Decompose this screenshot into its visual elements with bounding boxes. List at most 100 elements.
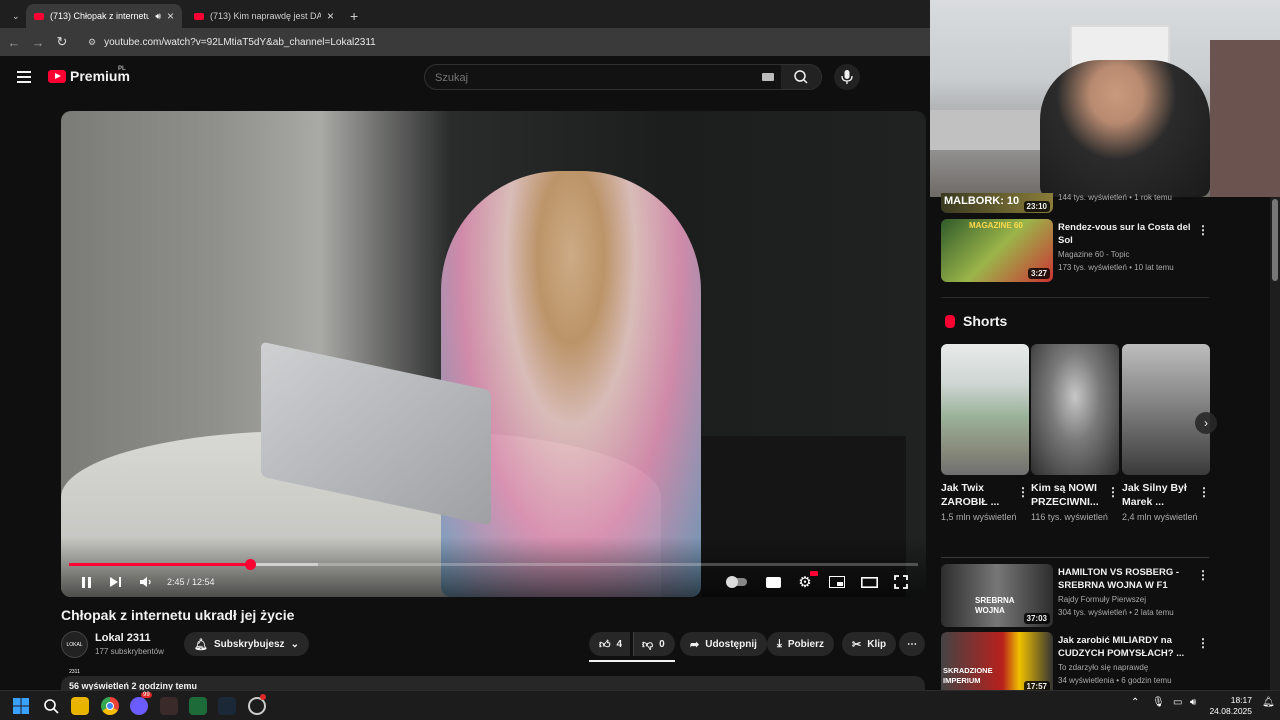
- more-vert-icon[interactable]: ⋮: [1198, 485, 1210, 499]
- like-button[interactable]: 👍︎ 4: [589, 632, 631, 656]
- section-divider: [941, 557, 1209, 558]
- url-field[interactable]: ⚙ youtube.com/watch?v=92LMtiaT5dY&ab_cha…: [88, 37, 376, 48]
- subscribe-button[interactable]: 🔔︎ Subskrybujesz ⌄: [184, 632, 309, 656]
- video-title: Chłopak z internetu ukradł jej życie: [61, 607, 295, 623]
- more-vert-icon[interactable]: ⋮: [1017, 485, 1029, 499]
- scrollbar-thumb[interactable]: [1272, 199, 1278, 281]
- recommendation-item[interactable]: SKRADZIONE IMPERIUM 17:57 Jak zarobić MI…: [941, 632, 1211, 696]
- back-button[interactable]: ←: [2, 35, 26, 50]
- excel-icon[interactable]: [189, 697, 207, 715]
- next-button[interactable]: [107, 574, 125, 590]
- more-horizontal-icon: ⋯: [907, 638, 917, 650]
- tab-video-second[interactable]: (713) Kim naprawdę jest DAWI ×: [186, 4, 342, 28]
- obs-icon[interactable]: [248, 694, 266, 715]
- recommendation-item[interactable]: SREBRNA WOJNA 37:03 HAMILTON VS ROSBERG …: [941, 564, 1211, 628]
- speaker-icon[interactable]: 🔊︎: [155, 11, 161, 22]
- logo-country: PL: [118, 66, 126, 72]
- channel-row: LOKAL 2311 Lokal 2311 177 subskrybentów …: [61, 630, 925, 675]
- chrome-icon[interactable]: [101, 697, 119, 715]
- video-title: Rendez-vous sur la Costa del Sol: [1058, 222, 1191, 246]
- keyboard-icon[interactable]: [762, 73, 774, 81]
- video-meta: 304 tys. wyświetleń • 2 lata temu: [1058, 608, 1174, 617]
- theater-mode-button[interactable]: [860, 574, 878, 590]
- sidebar-scrollbar[interactable]: [1270, 197, 1280, 690]
- tab-search-dropdown[interactable]: ⌄: [4, 4, 24, 28]
- volume-button[interactable]: [137, 574, 155, 590]
- chevron-up-icon[interactable]: ⌃: [1131, 697, 1143, 715]
- recommendation-item[interactable]: MALBORK: 10 23:10 144 tys. wyświetleń • …: [941, 193, 1211, 213]
- fullscreen-button[interactable]: [892, 574, 910, 590]
- settings-button[interactable]: ⚙: [796, 571, 818, 591]
- discord-icon[interactable]: 99: [130, 692, 152, 715]
- channel-name: To zdarzyło się naprawdę: [1058, 663, 1149, 672]
- thumbnail-text: MAGAZINE 60: [969, 221, 1023, 230]
- more-actions-button[interactable]: ⋯: [899, 632, 925, 656]
- close-icon[interactable]: ×: [167, 9, 174, 23]
- youtube-premium-logo[interactable]: Premium PL: [48, 66, 130, 84]
- video-title: Jak zarobić MILIARDY na CUDZYCH POMYSŁAC…: [1058, 635, 1185, 659]
- video-frame-person: [441, 171, 701, 597]
- dislike-button[interactable]: 👎︎ 0: [633, 632, 675, 656]
- channel-avatar[interactable]: LOKAL 2311: [61, 631, 88, 675]
- menu-icon[interactable]: [17, 71, 31, 83]
- clip-button[interactable]: ✂ Klip: [842, 632, 897, 656]
- more-vert-icon[interactable]: ⋮: [1107, 485, 1119, 499]
- short-item[interactable]: Kim są NOWI PRZECIWNI... 116 tys. wyświe…: [1031, 344, 1119, 524]
- windows-start-button[interactable]: [12, 697, 30, 715]
- scrubber-handle[interactable]: [244, 559, 256, 570]
- section-divider: [941, 297, 1209, 298]
- shorts-next-button[interactable]: ›: [1195, 412, 1217, 434]
- more-vert-icon[interactable]: ⋮: [1197, 568, 1209, 582]
- share-button[interactable]: ➦ Udostępnij: [680, 632, 767, 656]
- pause-button[interactable]: [77, 574, 95, 590]
- video-player[interactable]: 2:45 / 12:54 ⚙: [61, 111, 926, 597]
- short-item[interactable]: Jak Silny Był Marek ... 2,4 mln wyświetl…: [1122, 344, 1210, 524]
- tab-video-current[interactable]: (713) Chłopak z internetu u 🔊︎ ×: [26, 4, 182, 28]
- game-app-icon[interactable]: [160, 697, 178, 715]
- download-icon: ⤓: [777, 637, 782, 650]
- browser-tab-bar: ⌄ (713) Chłopak z internetu u 🔊︎ × (713)…: [0, 0, 930, 28]
- search-button[interactable]: [781, 65, 821, 89]
- voice-search-button[interactable]: [834, 64, 860, 90]
- notification-bell-icon[interactable]: 🔔︎: [1262, 697, 1275, 715]
- windows-logo-icon: [13, 698, 29, 714]
- shorts-icon: [945, 314, 955, 328]
- miniplayer-icon: [829, 576, 845, 588]
- miniplayer-button[interactable]: [828, 574, 846, 590]
- steam-icon[interactable]: [218, 697, 236, 715]
- network-icon[interactable]: ▭: [1173, 697, 1187, 715]
- clock-date: 24.08.2025: [1209, 706, 1252, 716]
- more-vert-icon[interactable]: ⋮: [1197, 636, 1209, 650]
- search-input[interactable]: [435, 69, 755, 86]
- taskbar-search-button[interactable]: [42, 697, 60, 715]
- system-clock[interactable]: 18:17 24.08.2025: [1209, 695, 1252, 717]
- progress-bar[interactable]: [69, 559, 918, 570]
- reload-button[interactable]: ↻: [50, 34, 74, 50]
- like-underline: [589, 660, 675, 662]
- thumbnail-text: SREBRNA WOJNA: [975, 596, 1015, 615]
- download-label: Pobierz: [787, 638, 824, 650]
- subtitles-button[interactable]: [764, 574, 782, 590]
- site-settings-icon[interactable]: ⚙: [88, 37, 96, 48]
- microphone-icon[interactable]: 🎙︎: [1152, 697, 1165, 715]
- channel-name[interactable]: Lokal 2311: [95, 632, 151, 644]
- download-button[interactable]: ⤓ Pobierz: [767, 632, 834, 656]
- close-icon[interactable]: ×: [327, 9, 334, 23]
- youtube-favicon-icon: [34, 12, 44, 20]
- youtube-favicon-icon: [194, 12, 204, 20]
- volume-icon: [140, 577, 151, 587]
- file-explorer-icon[interactable]: [71, 697, 89, 715]
- subtitles-icon: [765, 576, 781, 588]
- more-vert-icon[interactable]: ⋮: [1197, 223, 1209, 237]
- forward-button[interactable]: →: [26, 35, 50, 50]
- played-fill: [69, 563, 250, 566]
- recommendation-item[interactable]: MAGAZINE 60 3:27 Rendez-vous sur la Cost…: [941, 219, 1211, 283]
- video-meta: 173 tys. wyświetleń • 10 lat temu: [1058, 263, 1174, 272]
- share-label: Udostępnij: [705, 638, 757, 650]
- new-tab-button[interactable]: +: [342, 4, 364, 28]
- volume-icon[interactable]: 🔊︎: [1190, 697, 1204, 715]
- masthead: Premium PL: [0, 56, 930, 98]
- autoplay-toggle[interactable]: [725, 574, 749, 590]
- short-item[interactable]: Jak Twix ZAROBIŁ ... 1,5 mln wyświetleń …: [941, 344, 1029, 524]
- clip-label: Klip: [867, 638, 887, 650]
